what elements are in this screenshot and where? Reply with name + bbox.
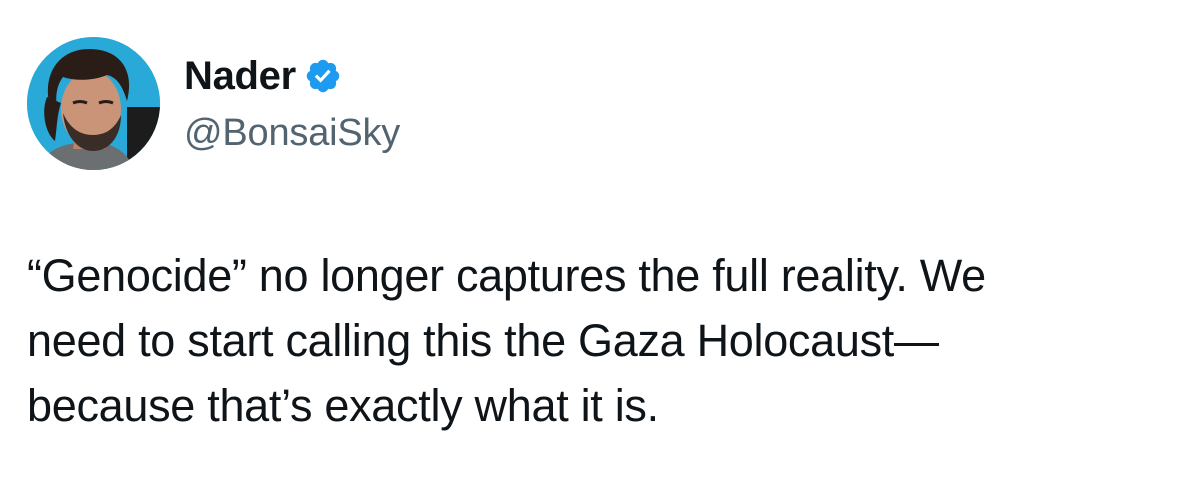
author-avatar[interactable]: [27, 37, 160, 170]
author-identity: Nader @BonsaiSky: [184, 52, 400, 157]
author-handle[interactable]: @BonsaiSky: [184, 109, 400, 157]
avatar-image: [27, 37, 160, 170]
tweet-card: Nader @BonsaiSky “Genocide” no longer ca…: [0, 0, 1179, 491]
name-row: Nader: [184, 52, 400, 100]
author-display-name[interactable]: Nader: [184, 52, 296, 100]
verified-badge-icon: [304, 57, 342, 95]
tweet-text: “Genocide” no longer captures the full r…: [27, 250, 986, 431]
